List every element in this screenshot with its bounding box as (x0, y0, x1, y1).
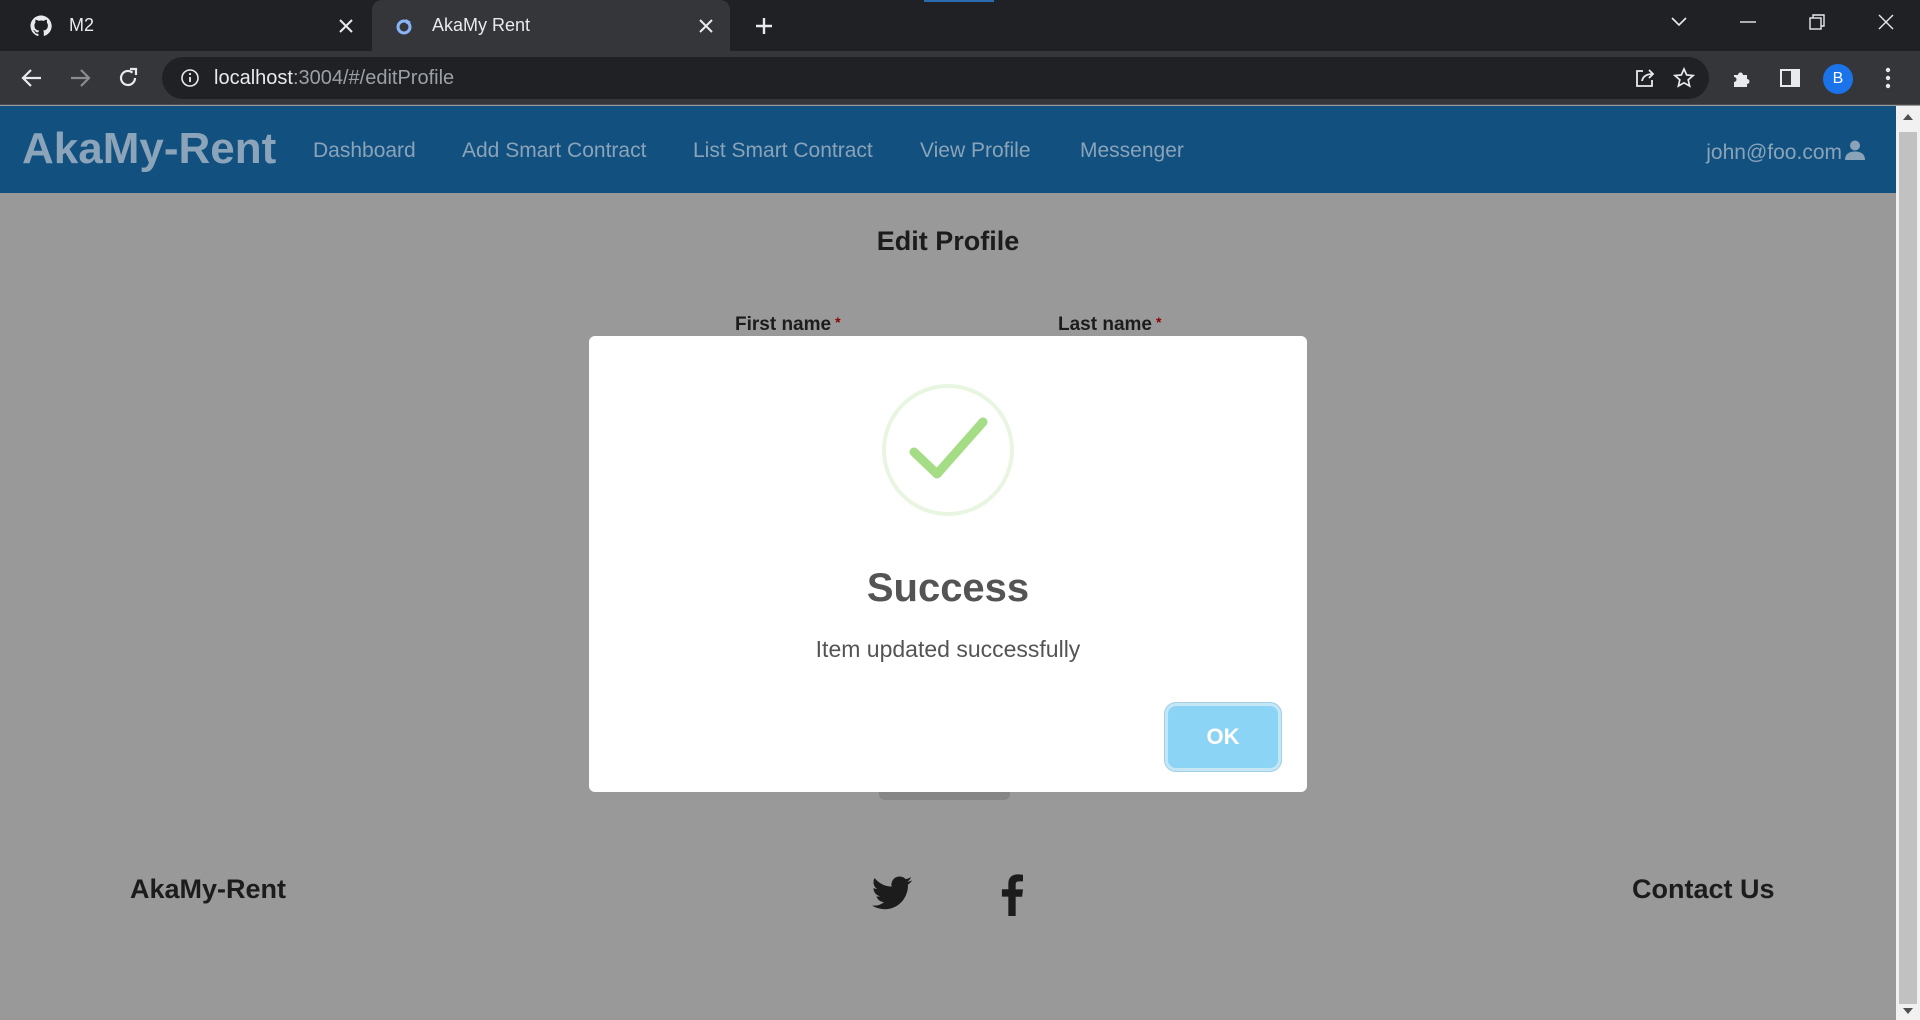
tab-title: AkaMy Rent (432, 15, 531, 35)
nav-user-email: john@foo.com (1706, 141, 1842, 164)
browser-tab-akamy-rent[interactable]: AkaMy Rent (372, 0, 730, 51)
footer-brand: AkaMy-Rent (130, 874, 287, 904)
close-window-icon[interactable] (1851, 0, 1920, 44)
nav-link-add-smart-contract[interactable]: Add Smart Contract (462, 139, 646, 163)
required-mark: * (835, 314, 841, 330)
url-text: localhost:3004/#/editProfile (214, 67, 454, 90)
user-icon (1844, 139, 1866, 167)
minimize-icon[interactable] (1713, 0, 1782, 44)
first-name-label: First name * (735, 314, 841, 336)
footer-contact-heading: Contact Us (1632, 874, 1775, 904)
url-host: localhost (214, 66, 293, 89)
nav-link-messenger[interactable]: Messenger (1080, 139, 1184, 163)
extensions-puzzle-icon[interactable] (1726, 62, 1758, 94)
navbar-brand[interactable]: AkaMy-Rent (22, 124, 276, 174)
browser-tab-strip: M2 AkaMy Rent (0, 0, 1920, 51)
site-info-icon[interactable] (178, 66, 202, 90)
share-icon[interactable] (1629, 62, 1661, 94)
browser-tab-m2[interactable]: M2 (0, 0, 370, 51)
bookmark-star-icon[interactable] (1668, 62, 1700, 94)
browser-toolbar: localhost:3004/#/editProfile B (0, 51, 1920, 105)
site-favicon-icon (392, 14, 416, 38)
back-arrow-icon[interactable] (16, 62, 48, 94)
restore-icon[interactable] (1782, 0, 1851, 44)
new-tab-icon[interactable] (748, 10, 780, 42)
facebook-icon[interactable] (990, 872, 1034, 916)
scrollbar-thumb[interactable] (1899, 132, 1917, 1004)
side-panel-icon[interactable] (1774, 62, 1806, 94)
tab-strip-indicator (924, 0, 994, 2)
nav-user-menu[interactable]: john@foo.com (1706, 139, 1866, 167)
github-icon (29, 14, 53, 38)
address-bar[interactable]: localhost:3004/#/editProfile (162, 57, 1709, 99)
forward-arrow-icon[interactable] (64, 62, 96, 94)
reload-icon[interactable] (112, 62, 144, 94)
scroll-down-arrow-icon[interactable] (1901, 1004, 1915, 1018)
tab-title: M2 (69, 15, 95, 35)
close-tab-icon[interactable] (690, 10, 722, 42)
first-name-label-text: First name (735, 314, 832, 335)
nav-link-dashboard[interactable]: Dashboard (313, 139, 416, 163)
success-dialog: Success Item updated successfully OK (589, 336, 1307, 792)
ok-button[interactable]: OK (1168, 706, 1278, 768)
close-tab-icon[interactable] (330, 10, 362, 42)
menu-kebab-icon[interactable] (1872, 62, 1904, 94)
scroll-up-arrow-icon[interactable] (1901, 110, 1915, 124)
nav-link-list-smart-contract[interactable]: List Smart Contract (693, 139, 873, 163)
nav-link-view-profile[interactable]: View Profile (920, 139, 1031, 163)
page-title: Edit Profile (876, 226, 1020, 256)
url-path: :3004/#/editProfile (292, 66, 455, 89)
dialog-title: Success (866, 566, 1030, 610)
app-navbar: AkaMy-Rent Dashboard Add Smart Contract … (0, 106, 1896, 193)
last-name-label: Last name * (1058, 314, 1161, 336)
tab-search-chevron-icon[interactable] (1644, 0, 1713, 44)
profile-avatar[interactable]: B (1823, 64, 1853, 94)
page-scrollbar[interactable] (1896, 106, 1920, 1020)
required-mark: * (1155, 314, 1162, 330)
success-check-icon (882, 384, 1014, 516)
dialog-message: Item updated successfully (815, 636, 1081, 662)
twitter-icon[interactable] (870, 872, 914, 916)
last-name-label-text: Last name (1058, 314, 1152, 335)
